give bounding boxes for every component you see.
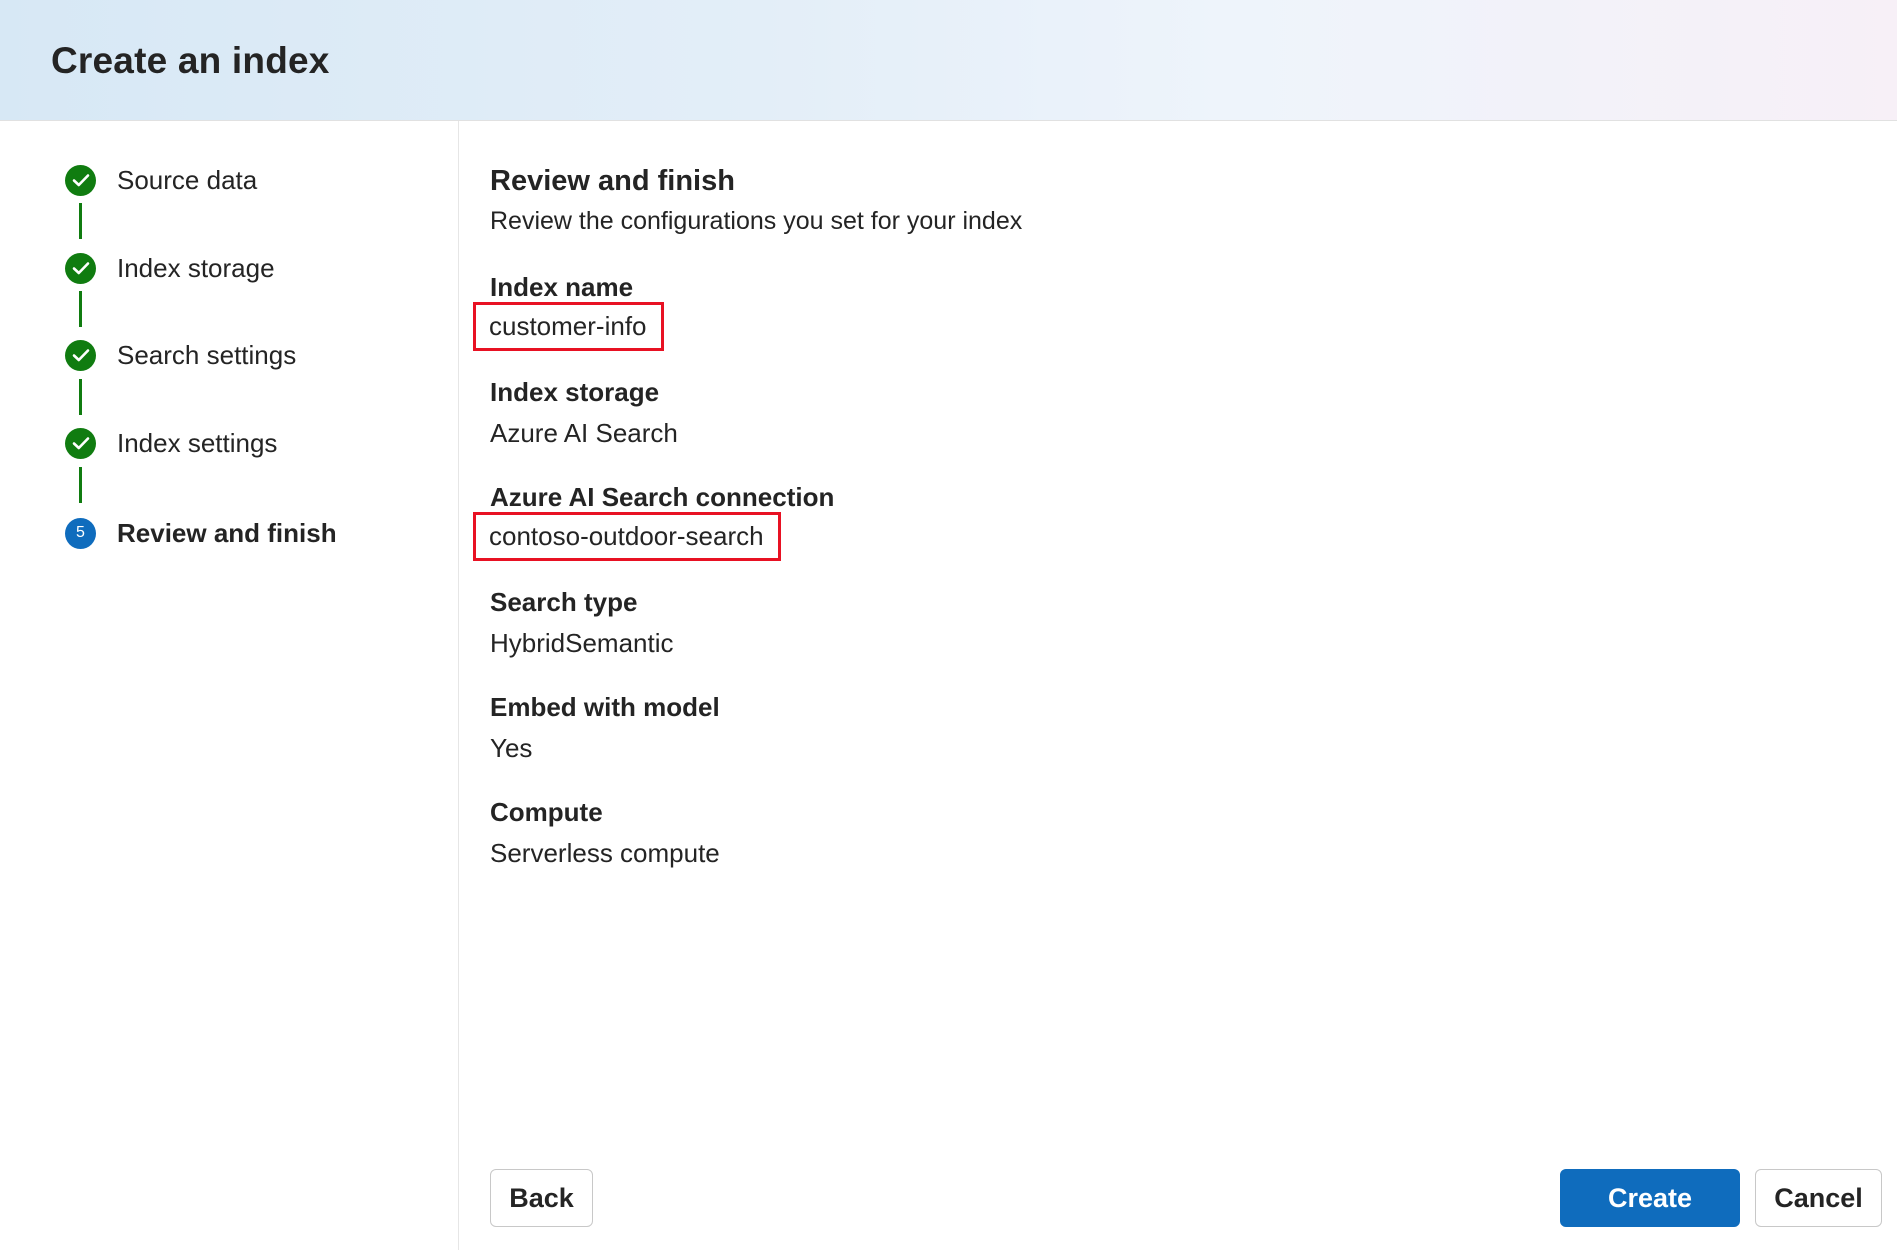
checkmark-circle-icon <box>65 427 96 459</box>
step-label: Index storage <box>117 252 275 283</box>
step-connector <box>79 203 82 239</box>
field-embed-with-model: Embed with model Yes <box>490 692 720 764</box>
step-label: Review and finish <box>117 517 337 548</box>
field-value: Serverless compute <box>490 838 720 868</box>
field-index-name: Index name customer-info <box>473 272 664 351</box>
field-label: Index name <box>490 272 634 302</box>
field-value: Yes <box>490 733 533 763</box>
wizard-steps: Source data Index storage Search setting… <box>0 121 459 1250</box>
review-panel: Review and finish Review the configurati… <box>460 121 1897 1250</box>
cancel-button[interactable]: Cancel <box>1755 1169 1882 1227</box>
step-connector <box>79 379 82 415</box>
field-value: Azure AI Search <box>490 418 678 448</box>
field-label: Search type <box>490 587 638 617</box>
field-value: contoso-outdoor-search <box>473 512 781 561</box>
step-label: Source data <box>117 164 258 195</box>
step-source-data[interactable]: Source data <box>65 164 257 196</box>
field-label: Compute <box>490 797 603 827</box>
field-value: HybridSemantic <box>490 628 674 658</box>
step-label: Search settings <box>117 339 297 370</box>
field-label: Embed with model <box>490 692 720 722</box>
step-connector <box>79 467 82 503</box>
field-value: customer-info <box>473 302 664 351</box>
step-index-settings[interactable]: Index settings <box>65 427 277 459</box>
section-title: Review and finish <box>490 165 735 197</box>
step-search-settings[interactable]: Search settings <box>65 339 296 371</box>
create-button[interactable]: Create <box>1560 1169 1740 1227</box>
step-number-badge: 5 <box>65 517 96 549</box>
step-connector <box>79 291 82 327</box>
checkmark-circle-icon <box>65 252 96 284</box>
field-search-type: Search type HybridSemantic <box>490 587 674 659</box>
checkmark-circle-icon <box>65 339 96 371</box>
field-search-connection: Azure AI Search connection contoso-outdo… <box>473 482 835 561</box>
field-index-storage: Index storage Azure AI Search <box>490 377 678 449</box>
back-button[interactable]: Back <box>490 1169 593 1227</box>
page-header: Create an index <box>0 0 1897 121</box>
page-title: Create an index <box>51 40 330 81</box>
step-label: Index settings <box>117 427 278 458</box>
step-index-storage[interactable]: Index storage <box>65 252 275 284</box>
section-subtitle: Review the configurations you set for yo… <box>490 207 1023 235</box>
field-label: Index storage <box>490 377 660 407</box>
field-label: Azure AI Search connection <box>490 482 835 512</box>
field-compute: Compute Serverless compute <box>490 797 720 869</box>
step-review-and-finish[interactable]: 5 Review and finish <box>65 517 337 549</box>
checkmark-circle-icon <box>65 164 96 196</box>
